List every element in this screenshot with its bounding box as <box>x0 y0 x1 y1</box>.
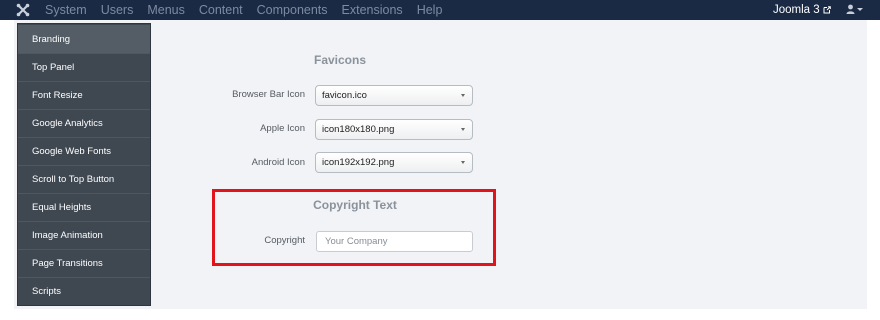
sidebar-item-font-resize[interactable]: Font Resize <box>18 81 150 109</box>
android-icon-label: Android Icon <box>251 157 305 168</box>
joomla-logo-icon[interactable] <box>16 3 30 17</box>
apple-icon-select[interactable]: icon180x180.png <box>315 119 473 140</box>
sidebar-item-google-analytics[interactable]: Google Analytics <box>18 109 150 137</box>
favicons-heading: Favicons <box>313 53 367 67</box>
chevron-down-icon <box>461 161 465 164</box>
sidebar-item-label: Font Resize <box>32 90 83 101</box>
select-value: icon192x192.png <box>322 157 395 168</box>
sidebar-item-scripts[interactable]: Scripts <box>18 277 150 305</box>
sidebar-item-label: Scripts <box>32 286 62 297</box>
sidebar-item-scroll-to-top[interactable]: Scroll to Top Button <box>18 165 150 193</box>
sidebar-item-label: Image Animation <box>32 230 103 241</box>
menu-system[interactable]: System <box>45 3 87 17</box>
sidebar: Branding Top Panel Font Resize Google An… <box>17 23 151 306</box>
site-link-label: Joomla 3 <box>773 4 820 16</box>
copyright-label: Copyright <box>264 235 305 246</box>
sidebar-item-image-animation[interactable]: Image Animation <box>18 221 150 249</box>
sidebar-item-label: Branding <box>32 33 71 45</box>
sidebar-item-label: Equal Heights <box>32 202 92 213</box>
browser-bar-icon-select[interactable]: favicon.ico <box>315 85 473 106</box>
chevron-down-icon <box>461 128 465 131</box>
android-icon-select[interactable]: icon192x192.png <box>315 152 473 173</box>
browser-bar-icon-label: Browser Bar Icon <box>232 89 305 100</box>
chevron-down-icon <box>857 7 863 11</box>
select-value: favicon.ico <box>322 90 367 101</box>
chevron-down-icon <box>461 94 465 97</box>
sidebar-item-page-transitions[interactable]: Page Transitions <box>18 249 150 277</box>
external-link-icon <box>823 6 831 14</box>
sidebar-item-branding[interactable]: Branding <box>18 25 150 53</box>
menu-components[interactable]: Components <box>257 3 328 17</box>
menu-content[interactable]: Content <box>199 3 243 17</box>
apple-icon-label: Apple Icon <box>260 123 305 134</box>
sidebar-item-label: Google Analytics <box>32 118 103 129</box>
menu-extensions[interactable]: Extensions <box>342 3 403 17</box>
sidebar-item-label: Scroll to Top Button <box>32 174 115 185</box>
sidebar-item-label: Top Panel <box>32 62 75 73</box>
sidebar-item-google-web-fonts[interactable]: Google Web Fonts <box>18 137 150 165</box>
user-menu[interactable] <box>846 4 863 14</box>
select-value: icon180x180.png <box>322 124 395 135</box>
copyright-heading: Copyright Text <box>313 198 397 212</box>
menu-users[interactable]: Users <box>101 3 134 17</box>
sidebar-item-label: Page Transitions <box>32 258 103 269</box>
site-link[interactable]: Joomla 3 <box>773 0 831 20</box>
copyright-input[interactable] <box>316 231 473 252</box>
main-menu: System Users Menus Content Components Ex… <box>45 0 456 20</box>
menu-menus[interactable]: Menus <box>147 3 185 17</box>
sidebar-item-equal-heights[interactable]: Equal Heights <box>18 193 150 221</box>
sidebar-item-top-panel[interactable]: Top Panel <box>18 53 150 81</box>
top-navigation-bar: System Users Menus Content Components Ex… <box>0 0 880 20</box>
user-icon <box>846 4 855 14</box>
menu-help[interactable]: Help <box>417 3 443 17</box>
sidebar-item-label: Google Web Fonts <box>32 146 112 157</box>
